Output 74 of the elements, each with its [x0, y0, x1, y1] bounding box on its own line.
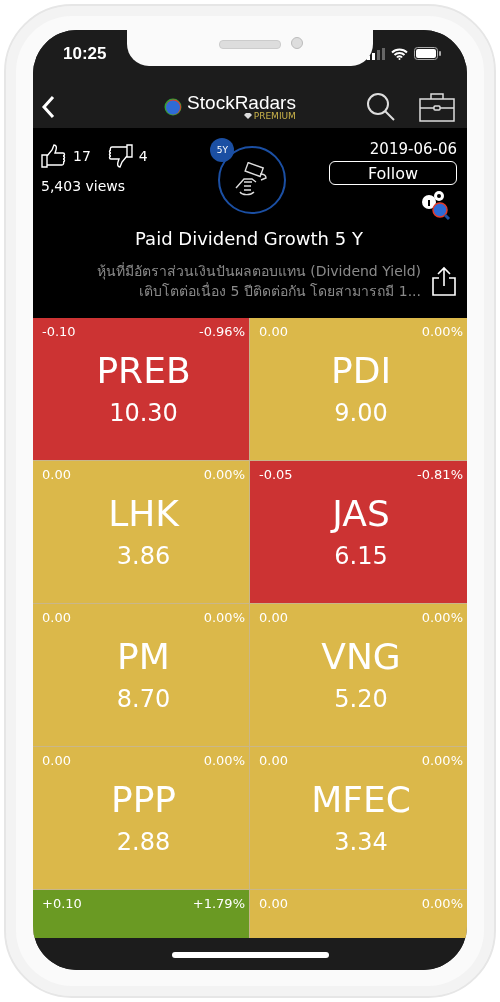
- stock-price: 6.15: [333, 542, 389, 570]
- stock-tile[interactable]: -0.05 -0.81% JAS 6.15: [250, 461, 467, 603]
- status-time: 10:25: [63, 43, 107, 64]
- view-count: 5,403 views: [41, 178, 127, 194]
- change-percent: -0.96%: [199, 324, 245, 339]
- stock-tile[interactable]: 0.00 0.00% LHK 3.86: [33, 461, 249, 603]
- screener-date: 2019-06-06: [369, 140, 457, 158]
- stock-price: 10.30: [108, 399, 179, 427]
- dislike-count: 4: [138, 148, 148, 164]
- wifi-icon: [391, 47, 408, 60]
- change-percent: 0.00%: [203, 610, 245, 625]
- stock-symbol: PM: [116, 635, 171, 679]
- change-value: 0.00: [259, 324, 288, 339]
- stock-tile[interactable]: -0.10 -0.96% PREB 10.30: [33, 318, 249, 460]
- stock-symbol: JAS: [329, 492, 391, 536]
- stock-price: 5.20: [333, 685, 389, 713]
- stock-price: 8.70: [115, 685, 172, 713]
- change-percent: +1.79%: [192, 896, 245, 911]
- change-value: 0.00: [42, 467, 71, 482]
- change-percent: 0.00%: [421, 324, 463, 339]
- change-value: -0.05: [259, 467, 293, 482]
- change-value: 0.00: [42, 610, 71, 625]
- globe-logo-icon: [164, 97, 183, 116]
- stock-tile[interactable]: 0.00 0.00% PPP 2.88: [33, 747, 249, 889]
- change-value: 0.00: [259, 753, 288, 768]
- stock-price: 9.00: [333, 399, 389, 427]
- change-percent: -0.81%: [417, 467, 463, 482]
- change-percent: 0.00%: [203, 467, 245, 482]
- change-value: -0.10: [42, 324, 76, 339]
- stock-tile[interactable]: 0.00 0.00% VNG 5.20: [250, 604, 467, 746]
- change-value: +0.10: [42, 896, 82, 911]
- stock-tile[interactable]: 0.00 0.00% MFEC 3.34: [250, 747, 467, 889]
- stock-price: 2.88: [115, 828, 172, 856]
- speaker-grille: [219, 40, 281, 49]
- change-percent: 0.00%: [203, 753, 245, 768]
- premium-label: PREMIUM: [253, 111, 296, 121]
- briefcase-icon: [419, 91, 455, 122]
- brand-name: StockRadars: [187, 92, 296, 112]
- screener-description: หุ้นที่มีอัตราส่วนเงินปันผลตอบแทน (Dividend Yield) เติบโตต่อเนื่อง 5 ปีติดต่อกัน โดยสามารถมี 1...: [95, 261, 421, 301]
- stock-symbol: PPP: [109, 778, 178, 822]
- change-percent: 0.00%: [421, 753, 463, 768]
- period-badge: 5Y: [210, 138, 235, 162]
- thumbs-up-icon[interactable]: [41, 144, 67, 168]
- stock-symbol: MFEC: [310, 778, 412, 822]
- change-percent: 0.00%: [421, 896, 463, 911]
- back-button[interactable]: [41, 94, 57, 119]
- front-camera: [291, 37, 303, 49]
- like-count: 17: [73, 148, 91, 164]
- share-icon: [431, 266, 457, 296]
- stock-price: 3.34: [333, 828, 389, 856]
- stock-price: 3.86: [115, 542, 172, 570]
- search-icon: [365, 91, 397, 122]
- thumbs-down-icon[interactable]: [106, 144, 133, 168]
- stock-tile[interactable]: 0.00 0.00% PM 8.70: [33, 604, 249, 746]
- follow-button[interactable]: Follow: [329, 161, 457, 185]
- stock-symbol: PDI: [329, 349, 392, 393]
- change-value: 0.00: [42, 753, 71, 768]
- stock-symbol: PREB: [95, 349, 192, 393]
- stock-tile[interactable]: +0.10 +1.79%: [33, 890, 249, 938]
- change-value: 0.00: [259, 896, 288, 911]
- stock-tile[interactable]: 0.00 0.00% PDI 9.00: [250, 318, 467, 460]
- change-percent: 0.00%: [421, 610, 463, 625]
- screener-title: Paid Dividend Growth 5 Y: [134, 228, 364, 249]
- stock-symbol: LHK: [107, 492, 181, 536]
- diamond-icon: [243, 113, 252, 119]
- portfolio-button[interactable]: [419, 91, 455, 122]
- back-chevron-icon: [41, 94, 57, 119]
- stock-tile[interactable]: 0.00 0.00%: [250, 890, 467, 938]
- info-settings-icon[interactable]: [421, 190, 451, 220]
- battery-icon: [414, 47, 441, 60]
- search-button[interactable]: [365, 91, 397, 122]
- share-button[interactable]: [431, 266, 457, 296]
- stock-symbol: VNG: [320, 635, 402, 679]
- change-value: 0.00: [259, 610, 288, 625]
